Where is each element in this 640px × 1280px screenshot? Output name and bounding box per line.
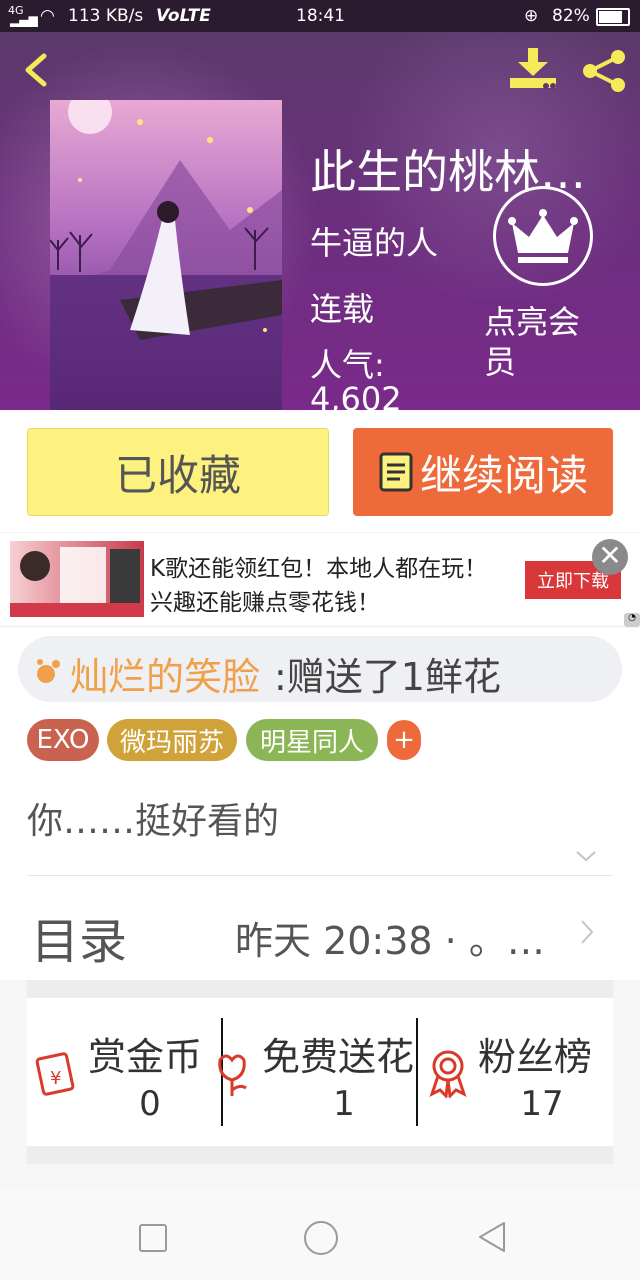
ad-line2: 兴趣还能赚点零花钱！ bbox=[150, 590, 380, 616]
ad-banner[interactable]: K歌还能领红包！本地人都在玩！ 兴趣还能赚点零花钱！ 立即下载 ✕ ◔ bbox=[0, 533, 640, 627]
fan-ranking-button[interactable]: 粉丝榜 17 bbox=[422, 1014, 622, 1130]
catalog-row[interactable]: 目录 昨天 20:38 · 。… bbox=[27, 880, 613, 980]
svg-text:¥: ¥ bbox=[50, 1068, 61, 1089]
crown-icon bbox=[508, 209, 578, 263]
continue-reading-label: 继续阅读 bbox=[419, 450, 588, 500]
continue-reading-button[interactable]: 继续阅读 bbox=[353, 428, 613, 516]
chevron-right-icon bbox=[581, 920, 594, 944]
nav-back-button[interactable] bbox=[476, 1220, 508, 1254]
download-button[interactable] bbox=[506, 44, 560, 94]
book-icon bbox=[379, 452, 413, 492]
download-icon bbox=[510, 48, 556, 89]
status-bar: 4G ▂▄▆ ◠ 113 KB/s VoLTE 18:41 ⊕ 82% bbox=[0, 0, 640, 32]
chevron-down-icon bbox=[576, 851, 596, 862]
back-arrow-icon bbox=[25, 53, 47, 87]
red-envelope-icon: ¥ bbox=[35, 1052, 75, 1096]
tag-celebrity-fanfic[interactable]: 明星同人 bbox=[246, 719, 378, 761]
collected-button[interactable]: 已收藏 bbox=[27, 428, 329, 516]
book-summary: 你……挺好看的 bbox=[27, 801, 280, 842]
gift-message: :赠送了1鲜花 bbox=[274, 655, 501, 699]
add-tag-button[interactable]: + bbox=[387, 720, 421, 760]
catalog-label: 目录 bbox=[31, 914, 128, 970]
book-status: 连载 bbox=[310, 290, 375, 328]
clock: 18:41 bbox=[296, 6, 345, 26]
ad-close-button[interactable]: ✕ bbox=[592, 539, 628, 575]
wifi-icon: ◠ bbox=[40, 6, 55, 26]
tag-exo[interactable]: EXO bbox=[27, 719, 99, 761]
network-speed: 113 KB/s bbox=[68, 6, 144, 26]
fan-ranking-value: 17 bbox=[520, 1084, 564, 1124]
catalog-updated: 昨天 20:38 · 。… bbox=[235, 919, 545, 963]
gift-user[interactable]: 灿烂的笑脸 bbox=[70, 646, 260, 701]
close-icon: ✕ bbox=[598, 539, 622, 572]
share-button[interactable] bbox=[580, 48, 630, 94]
free-flower-label: 免费送花 bbox=[262, 1035, 415, 1079]
system-nav-bar bbox=[0, 1190, 640, 1280]
ad-thumbnail bbox=[10, 541, 144, 617]
gift-notice[interactable]: 灿烂的笑脸 :赠送了1鲜花 bbox=[18, 636, 622, 702]
share-icon bbox=[583, 50, 625, 92]
vip-crown-button[interactable] bbox=[493, 186, 593, 286]
medal-icon bbox=[429, 1050, 467, 1098]
popularity-value: 4,602 bbox=[310, 380, 402, 410]
reward-coins-label: 赏金币 bbox=[88, 1035, 203, 1079]
book-author[interactable]: 牛逼的人 bbox=[310, 218, 438, 264]
home-button[interactable] bbox=[304, 1221, 338, 1255]
divider bbox=[27, 875, 613, 876]
free-flower-value: 1 bbox=[333, 1084, 355, 1124]
book-cover-image bbox=[50, 100, 282, 412]
flower-bud-icon bbox=[37, 659, 60, 683]
tag-marysue[interactable]: 微玛丽苏 bbox=[107, 719, 237, 761]
volte-indicator: VoLTE bbox=[156, 6, 211, 26]
signal-icon: ▂▄▆ bbox=[10, 13, 38, 27]
reward-coins-value: 0 bbox=[139, 1084, 161, 1124]
ad-info-icon[interactable]: ◔ bbox=[624, 613, 640, 627]
section-separator bbox=[27, 980, 613, 998]
section-separator bbox=[27, 1146, 613, 1164]
collected-label: 已收藏 bbox=[114, 450, 241, 500]
flower-icon bbox=[218, 1054, 247, 1096]
ad-line1: K歌还能领红包！本地人都在玩！ bbox=[150, 556, 488, 582]
back-button[interactable] bbox=[14, 48, 58, 92]
expand-summary-button[interactable] bbox=[574, 846, 598, 866]
fan-ranking-label: 粉丝榜 bbox=[478, 1035, 593, 1079]
recent-apps-button[interactable] bbox=[139, 1224, 167, 1252]
vip-label[interactable]: 点亮会员 bbox=[484, 302, 604, 382]
free-flower-button[interactable]: 免费送花 1 bbox=[210, 1014, 430, 1130]
divider bbox=[416, 1018, 418, 1126]
reward-coins-button[interactable]: ¥ 赏金币 0 bbox=[30, 1014, 220, 1130]
rotation-lock-icon: ⊕ bbox=[524, 6, 539, 26]
battery-percent: 82% bbox=[552, 6, 590, 26]
battery-icon bbox=[596, 8, 630, 26]
